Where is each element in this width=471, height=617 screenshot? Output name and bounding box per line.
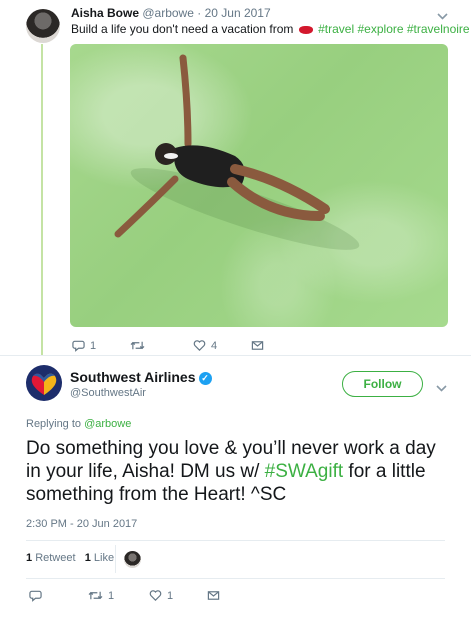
swimmer-illustration [114, 54, 360, 250]
chevron-down-icon[interactable] [436, 380, 447, 395]
stats-bottom-divider [26, 578, 445, 579]
retweet-icon [130, 341, 145, 350]
like-stat-count: 1 [84, 552, 91, 564]
retweet-icon [88, 591, 103, 600]
hashtag-travelnoire[interactable]: #travelnoire [407, 22, 470, 36]
main-dm-action[interactable] [207, 589, 220, 602]
main-reply-action[interactable] [29, 589, 42, 602]
parent-like-action[interactable]: 4 [193, 339, 217, 352]
stats-top-divider [26, 540, 445, 541]
parent-tweet-header: Aisha Bowe @arbowe · 20 Jun 2017 [71, 6, 271, 20]
parent-reply-count: 1 [90, 339, 97, 352]
header-separator: · [197, 6, 202, 20]
like-stat[interactable]: 1 Like [85, 552, 114, 564]
main-author-handle[interactable]: @SouthwestAir [70, 387, 146, 399]
stats-separator [115, 545, 116, 573]
parent-text-body: Build a life you don't need a vacation f… [71, 22, 294, 36]
retweet-stat-count: 1 [26, 552, 33, 564]
hashtag-travel[interactable]: #travel [318, 22, 354, 36]
reply-icon [29, 590, 42, 602]
main-like-action[interactable]: 1 [149, 589, 173, 602]
hashtag-swagift[interactable]: #SWAgift [265, 461, 344, 482]
hashtag-explore[interactable]: #explore [358, 22, 404, 36]
retweet-stat-label: Retweet [35, 552, 76, 564]
chevron-down-icon[interactable] [437, 8, 448, 23]
parent-author-name[interactable]: Aisha Bowe [71, 6, 139, 20]
kiss-mark-emoji [298, 25, 313, 34]
heart-icon [193, 340, 206, 351]
parent-like-count: 4 [211, 339, 218, 352]
thread-connector-line [41, 44, 43, 355]
reply-icon [72, 340, 85, 352]
like-stat-label: Like [93, 552, 115, 564]
retweet-stat[interactable]: 1 Retweet [26, 552, 76, 564]
replying-prefix: Replying to [26, 418, 82, 430]
southwest-avatar[interactable] [26, 365, 62, 401]
tweet-photo[interactable] [70, 44, 448, 327]
parent-tweet-date[interactable]: 20 Jun 2017 [205, 6, 271, 20]
engagement-stats: 1 Retweet 1 Like [26, 552, 114, 564]
parent-dm-action[interactable] [251, 339, 264, 352]
parent-tweet-text: Build a life you don't need a vacation f… [71, 22, 470, 36]
replying-to-line: Replying to @arbowe [26, 418, 131, 430]
main-retweet-count: 1 [108, 589, 115, 602]
main-author-name[interactable]: Southwest Airlines ✓ [70, 369, 212, 385]
parent-author-handle[interactable]: @arbowe [142, 6, 194, 20]
liker-avatar[interactable] [124, 551, 141, 568]
replying-handle-link[interactable]: @arbowe [84, 418, 131, 430]
tweet-divider [0, 355, 471, 356]
main-like-count: 1 [167, 589, 174, 602]
main-tweet-text: Do something you love & you’ll never wor… [26, 437, 451, 506]
envelope-icon [207, 591, 220, 600]
southwest-heart-logo [31, 373, 57, 395]
parent-reply-action[interactable]: 1 [72, 339, 96, 352]
main-retweet-action[interactable]: 1 [88, 589, 114, 602]
follow-button[interactable]: Follow [342, 371, 423, 397]
envelope-icon [251, 341, 264, 350]
aisha-avatar[interactable] [26, 9, 60, 43]
heart-icon [149, 590, 162, 601]
verified-badge-icon: ✓ [198, 371, 212, 385]
tweet-timestamp[interactable]: 2:30 PM - 20 Jun 2017 [26, 518, 137, 530]
author-name-text: Southwest Airlines [70, 369, 196, 385]
parent-retweet-action[interactable] [130, 339, 150, 352]
